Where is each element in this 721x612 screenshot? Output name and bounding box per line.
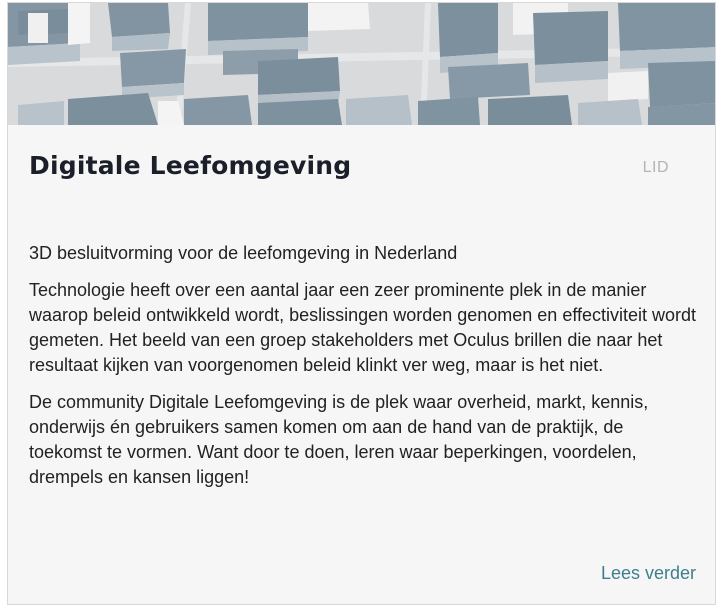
community-card[interactable]: Digitale Leefomgeving LID 3D besluitvorm… bbox=[7, 2, 716, 605]
card-paragraph: De community Digitale Leefomgeving is de… bbox=[29, 392, 649, 487]
card-paragraph: Technologie heeft over een aantal jaar e… bbox=[29, 280, 697, 375]
card-subtitle: 3D besluitvorming voor de leefomgeving i… bbox=[29, 243, 458, 263]
member-badge: LID bbox=[642, 159, 669, 176]
read-more-link[interactable]: Lees verder bbox=[601, 563, 696, 584]
card-title[interactable]: Digitale Leefomgeving bbox=[29, 151, 351, 180]
city-3d-banner-image bbox=[8, 3, 715, 125]
card-description: 3D besluitvorming voor de leefomgeving i… bbox=[29, 241, 699, 502]
city-3d-illustration bbox=[8, 3, 715, 125]
